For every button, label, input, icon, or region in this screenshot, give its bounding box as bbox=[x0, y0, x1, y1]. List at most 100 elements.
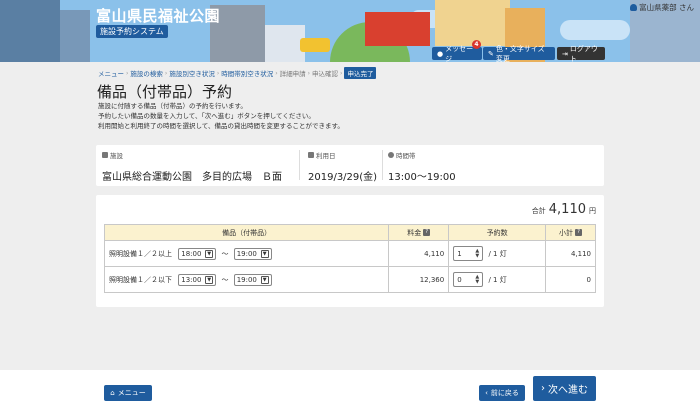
breadcrumb-search[interactable]: 施設の検索 bbox=[130, 68, 163, 78]
quantity-value: 1 bbox=[457, 249, 462, 258]
breadcrumb-confirm: 申込確認 bbox=[312, 70, 339, 78]
footer: ⌂ メニュー ‹ 前に戻る › 次へ進む bbox=[0, 370, 700, 410]
house-illustration bbox=[265, 25, 305, 62]
description-line: 予約したい備品の数量を入力して、「次へ進む」ボタンを押してください。 bbox=[98, 112, 315, 120]
time-info: 時間帯 13:00〜19:00 bbox=[388, 150, 456, 183]
quantity-cell: 0 ▲ ▼ / 1 灯 bbox=[448, 266, 547, 293]
cloud-decoration bbox=[560, 20, 630, 40]
spinner-icon[interactable]: ▲ ▼ bbox=[475, 274, 479, 285]
divider bbox=[299, 150, 300, 180]
breadcrumb-complete: 申込完了 bbox=[344, 67, 377, 79]
chevron-down-icon: ▼ bbox=[205, 275, 214, 284]
end-time-value: 19:00 bbox=[236, 249, 257, 258]
breadcrumb-menu[interactable]: メニュー bbox=[98, 68, 124, 78]
logout-button[interactable]: ⇥ ログアウト bbox=[557, 44, 605, 63]
next-button[interactable]: › 次へ進む bbox=[533, 376, 596, 401]
chevron-right-icon: › bbox=[541, 383, 545, 394]
table-header-row: 備品（付帯品） 料金? 予約数 小計? bbox=[103, 224, 596, 241]
chevron-down-icon: ▼ bbox=[260, 249, 269, 258]
chevron-right-icon: › bbox=[164, 69, 168, 77]
calendar-icon bbox=[308, 152, 314, 158]
user-info: 富山県薬部 さん bbox=[630, 2, 694, 13]
header-price-label: 料金 bbox=[407, 228, 422, 237]
time-value: 13:00〜19:00 bbox=[388, 172, 456, 183]
equipment-cell: 照明設備１／２以下 13:00 ▼ 〜 19:00 ▼ bbox=[103, 266, 390, 293]
header-subtotal: 小計? bbox=[545, 224, 596, 241]
color-size-button[interactable]: ✎ 色・文字サイズ変更 bbox=[483, 44, 555, 63]
back-label: 前に戻る bbox=[490, 389, 519, 397]
end-time-select[interactable]: 19:00 ▼ bbox=[233, 273, 272, 286]
header-equipment: 備品（付帯品） bbox=[103, 224, 390, 241]
divider bbox=[382, 150, 383, 180]
quantity-cell: 1 ▲ ▼ / 1 灯 bbox=[448, 240, 547, 267]
chevron-right-icon: › bbox=[216, 69, 220, 77]
building-illustration bbox=[60, 10, 90, 62]
quantity-unit: / 1 灯 bbox=[488, 275, 507, 284]
description-line: 施設に付随する備品（付帯品）の予約を行います。 bbox=[98, 102, 247, 110]
end-time-select[interactable]: 19:00 ▼ bbox=[233, 247, 272, 260]
start-time-value: 13:00 bbox=[181, 275, 202, 284]
quantity-stepper[interactable]: 0 ▲ ▼ bbox=[453, 272, 484, 287]
next-label: 次へ進む bbox=[548, 385, 588, 396]
building-illustration bbox=[0, 0, 60, 62]
school-illustration bbox=[365, 12, 430, 46]
header: 富山県民福祉公園 施設予約システム 富山県薬部 さん ● メッセージ 4 ✎ 色… bbox=[0, 0, 700, 62]
time-label: 時間帯 bbox=[396, 152, 416, 160]
quantity-value: 0 bbox=[457, 275, 462, 284]
chevron-down-icon: ▼ bbox=[205, 249, 214, 258]
end-time-value: 19:00 bbox=[236, 275, 257, 284]
price-cell: 4,110 bbox=[388, 240, 450, 267]
chevron-left-icon: ‹ bbox=[485, 389, 488, 397]
breadcrumb: メニュー › 施設の検索 › 施設別空き状況 › 時間帯別空き状況 › 詳細申請… bbox=[98, 67, 377, 79]
message-button[interactable]: ● メッセージ bbox=[432, 45, 482, 62]
system-badge: 施設予約システム bbox=[96, 25, 168, 38]
user-name: 富山県薬部 さん bbox=[639, 3, 694, 12]
breadcrumb-time-availability[interactable]: 時間帯別空き状況 bbox=[221, 68, 273, 78]
date-info: 利用日 2019/3/29(金) bbox=[308, 150, 377, 183]
total-amount: 合計 4,110 円 bbox=[532, 202, 596, 217]
chevron-right-icon: › bbox=[126, 69, 129, 77]
subtotal-cell: 0 bbox=[545, 266, 596, 293]
facility-info: 施設 富山県総合運動公園 多目的広場 Ｂ面 bbox=[102, 150, 282, 183]
tilde: 〜 bbox=[221, 249, 229, 258]
facility-label: 施設 bbox=[110, 152, 123, 160]
site-title: 富山県民福祉公園 bbox=[96, 7, 221, 25]
quantity-stepper[interactable]: 1 ▲ ▼ bbox=[453, 246, 484, 261]
speech-bubble-icon: ● bbox=[437, 49, 444, 58]
total-label: 合計 bbox=[531, 207, 546, 215]
start-time-select[interactable]: 18:00 ▼ bbox=[178, 247, 217, 260]
total-unit: 円 bbox=[589, 207, 596, 215]
pencil-icon: ✎ bbox=[488, 49, 494, 58]
user-icon bbox=[630, 4, 638, 11]
chevron-right-icon: › bbox=[340, 69, 343, 77]
header-quantity: 予約数 bbox=[448, 224, 547, 241]
start-time-select[interactable]: 13:00 ▼ bbox=[178, 273, 217, 286]
date-value: 2019/3/29(金) bbox=[308, 172, 378, 183]
equipment-cell: 照明設備１／２以上 18:00 ▼ 〜 19:00 ▼ bbox=[103, 240, 390, 267]
tilde: 〜 bbox=[221, 275, 229, 284]
logout-icon: ⇥ bbox=[562, 49, 568, 58]
equipment-name: 照明設備１／２以下 bbox=[109, 275, 172, 284]
price-cell: 12,360 bbox=[388, 266, 450, 293]
header-price: 料金? bbox=[388, 224, 450, 241]
page-description: 施設に付随する備品（付帯品）の予約を行います。 予約したい備品の数量を入力して、… bbox=[98, 101, 344, 131]
help-icon[interactable]: ? bbox=[575, 229, 583, 236]
chevron-right-icon: › bbox=[307, 69, 311, 77]
description-line: 利用開始と利用終了の時間を選択して、備品の貸出時間を変更することができます。 bbox=[98, 122, 344, 130]
menu-button[interactable]: ⌂ メニュー bbox=[104, 385, 152, 401]
total-value: 4,110 bbox=[548, 202, 586, 217]
back-button[interactable]: ‹ 前に戻る bbox=[479, 385, 525, 401]
reservation-info: 施設 富山県総合運動公園 多目的広場 Ｂ面 利用日 2019/3/29(金) 時… bbox=[96, 145, 604, 186]
equipment-table: 備品（付帯品） 料金? 予約数 小計? 照明設備１／２以上 18:00 ▼ 〜 1… bbox=[103, 224, 596, 293]
start-time-value: 18:00 bbox=[181, 249, 202, 258]
help-icon[interactable]: ? bbox=[423, 229, 431, 236]
color-size-label: 色・文字サイズ変更 bbox=[495, 44, 545, 63]
car-illustration bbox=[300, 38, 330, 52]
date-label: 利用日 bbox=[316, 152, 336, 160]
spinner-icon[interactable]: ▲ ▼ bbox=[475, 248, 479, 259]
building-icon bbox=[102, 152, 108, 158]
breadcrumb-detail: 詳細申請 bbox=[279, 70, 306, 78]
breadcrumb-facility-availability[interactable]: 施設別空き状況 bbox=[169, 68, 215, 78]
school-illustration bbox=[435, 0, 510, 46]
logout-label: ログアウト bbox=[569, 44, 598, 63]
